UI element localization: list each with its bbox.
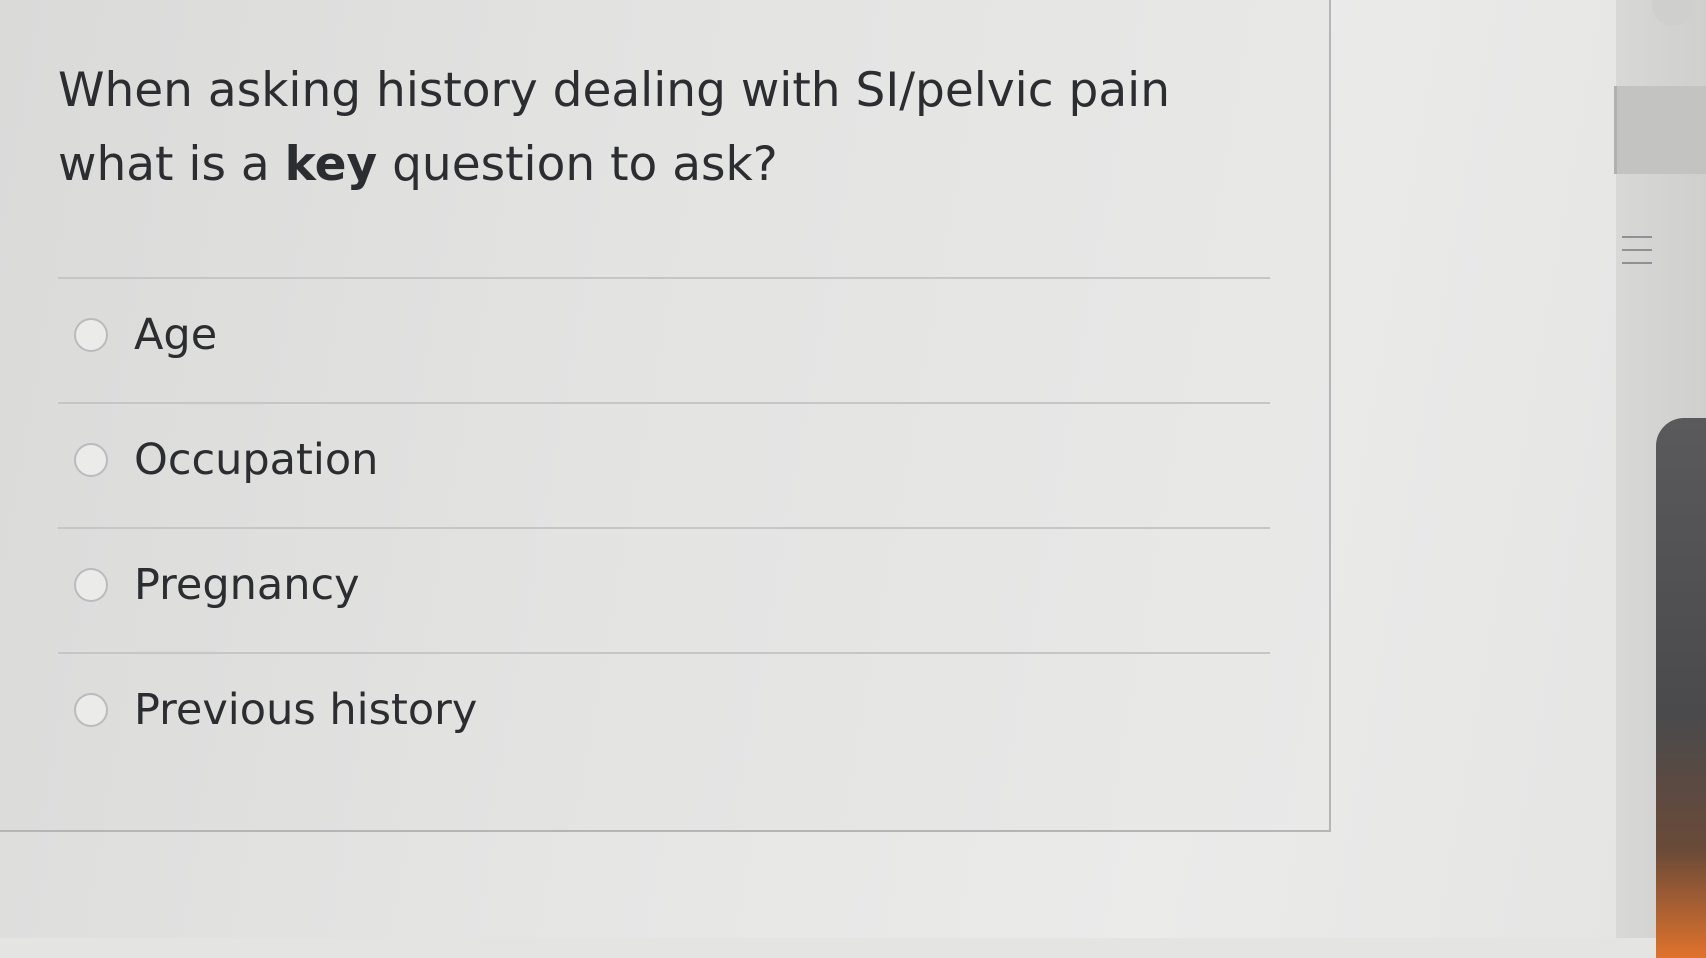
radio-unselected-icon[interactable]: [74, 568, 108, 602]
answer-label: Occupation: [134, 435, 379, 485]
question-text-emphasis: key: [284, 137, 378, 192]
radio-unselected-icon[interactable]: [74, 443, 108, 477]
answer-option-previous-history[interactable]: Previous history: [74, 675, 477, 745]
screen-background: When asking history dealing with SI/pelv…: [0, 0, 1706, 958]
answer-divider: [58, 402, 1270, 404]
answer-option-pregnancy[interactable]: Pregnancy: [74, 550, 360, 620]
radio-unselected-icon[interactable]: [74, 693, 108, 727]
question-text: When asking history dealing with SI/pelv…: [58, 54, 1278, 202]
answer-divider: [58, 527, 1270, 529]
answer-option-age[interactable]: Age: [74, 300, 217, 370]
hamburger-menu-icon[interactable]: [1622, 236, 1652, 276]
answer-label: Previous history: [134, 685, 478, 735]
question-card: When asking history dealing with SI/pelv…: [0, 0, 1331, 832]
sidebar-panel-block: [1614, 86, 1706, 174]
answer-divider: [58, 652, 1270, 654]
device-edge: [1656, 418, 1706, 958]
answer-label: Pregnancy: [134, 560, 360, 610]
radio-unselected-icon[interactable]: [74, 318, 108, 352]
answer-divider: [58, 277, 1270, 279]
question-text-end: question to ask?: [377, 137, 778, 192]
answer-option-occupation[interactable]: Occupation: [74, 425, 378, 495]
answer-label: Age: [134, 310, 218, 360]
